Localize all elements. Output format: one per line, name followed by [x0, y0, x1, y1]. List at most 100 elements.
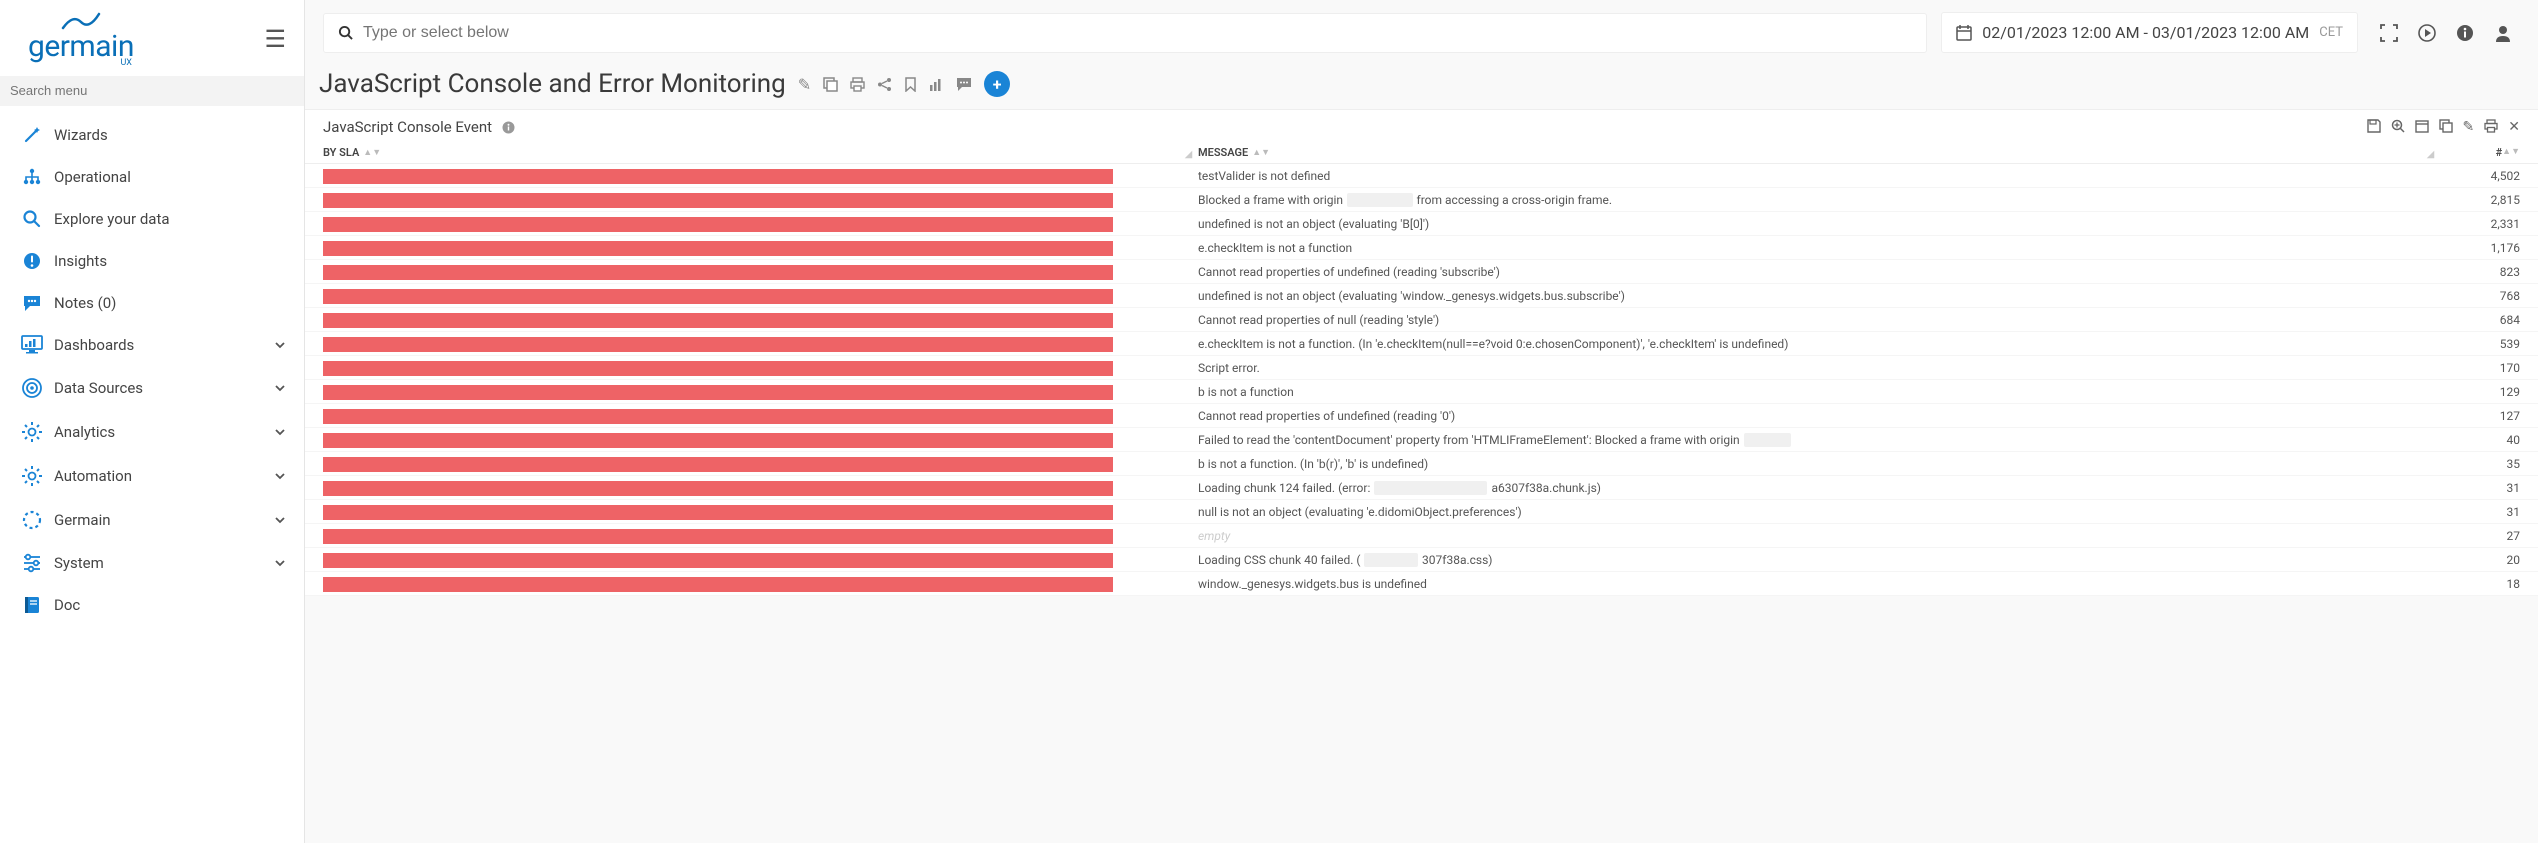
topbar: 02/01/2023 12:00 AM - 03/01/2023 12:00 A…	[305, 0, 2538, 63]
table-row[interactable]: Cannot read properties of null (reading …	[305, 308, 2538, 332]
panel-calendar-icon[interactable]	[2415, 119, 2429, 135]
table-row[interactable]: Cannot read properties of undefined (rea…	[305, 404, 2538, 428]
sla-cell	[323, 455, 1198, 472]
print-icon[interactable]	[850, 77, 865, 92]
message-cell: Cannot read properties of null (reading …	[1198, 313, 2440, 327]
panel-close-icon[interactable]: ✕	[2508, 119, 2520, 135]
count-cell: 31	[2440, 505, 2520, 519]
sidebar-item-dashboards[interactable]: Dashboards	[0, 324, 304, 366]
global-search[interactable]	[323, 13, 1927, 53]
sliders-icon	[18, 553, 46, 573]
table-row[interactable]: null is not an object (evaluating 'e.did…	[305, 500, 2538, 524]
sidebar-item-label: Dashboards	[54, 336, 134, 354]
count-cell: 539	[2440, 337, 2520, 351]
panel-copy-icon[interactable]	[2439, 119, 2453, 135]
sidebar-item-doc[interactable]: Doc	[0, 584, 304, 626]
col-sla-label[interactable]: BY SLA	[323, 146, 359, 159]
sidebar-item-insights[interactable]: Insights	[0, 240, 304, 282]
table-row[interactable]: empty27	[305, 524, 2538, 548]
sla-bar	[323, 433, 1113, 448]
count-cell: 20	[2440, 553, 2520, 567]
edit-icon[interactable]: ✎	[798, 75, 811, 94]
sidebar-search-input[interactable]	[10, 83, 294, 98]
message-cell: null is not an object (evaluating 'e.did…	[1198, 505, 2440, 519]
table-row[interactable]: Loading CSS chunk 40 failed. ( 307f38a.c…	[305, 548, 2538, 572]
table-row[interactable]: undefined is not an object (evaluating '…	[305, 212, 2538, 236]
panel-edit-icon[interactable]: ✎	[2463, 119, 2475, 135]
sidebar-item-system[interactable]: System	[0, 542, 304, 584]
bars-icon[interactable]	[929, 77, 944, 92]
main-content: 02/01/2023 12:00 AM - 03/01/2023 12:00 A…	[305, 0, 2538, 843]
panel-title: JavaScript Console Event	[323, 118, 492, 136]
sidebar-item-label: Insights	[54, 252, 107, 270]
zoom-icon[interactable]	[2391, 119, 2405, 135]
bookmark-icon[interactable]	[904, 77, 917, 92]
table-row[interactable]: window._genesys.widgets.bus is undefined…	[305, 572, 2538, 596]
count-cell: 1,176	[2440, 241, 2520, 255]
sort-icon[interactable]: ▲▼	[1252, 147, 1270, 158]
table-row[interactable]: Script error.170	[305, 356, 2538, 380]
table-row[interactable]: testValider is not defined4,502	[305, 164, 2538, 188]
global-search-input[interactable]	[363, 24, 1912, 42]
panel-print-icon[interactable]	[2484, 119, 2498, 135]
sidebar-item-germain[interactable]: Germain	[0, 498, 304, 542]
sidebar-toggle-icon[interactable]: ☰	[264, 25, 286, 53]
table-row[interactable]: b is not a function. (In 'b(r)', 'b' is …	[305, 452, 2538, 476]
count-cell: 35	[2440, 457, 2520, 471]
fullscreen-icon[interactable]	[2380, 24, 2398, 42]
count-cell: 127	[2440, 409, 2520, 423]
sla-cell	[323, 575, 1198, 592]
count-cell: 18	[2440, 577, 2520, 591]
redacted-text	[1744, 433, 1792, 447]
comment-icon[interactable]	[956, 77, 972, 92]
add-button[interactable]: +	[984, 71, 1010, 97]
sidebar-search[interactable]	[0, 76, 304, 106]
sort-icon[interactable]: ▲▼	[363, 147, 381, 158]
sidebar-item-label: System	[54, 554, 104, 572]
sidebar-item-operational[interactable]: Operational	[0, 156, 304, 198]
book-icon	[18, 595, 46, 615]
sla-bar	[323, 529, 1113, 544]
col-count-label[interactable]: #	[2496, 146, 2503, 159]
info-icon[interactable]	[2456, 24, 2474, 42]
monitor-icon	[18, 335, 46, 355]
sla-cell	[323, 311, 1198, 328]
table-row[interactable]: Cannot read properties of undefined (rea…	[305, 260, 2538, 284]
sidebar-item-data-sources[interactable]: Data Sources	[0, 366, 304, 410]
col-message-label[interactable]: MESSAGE	[1198, 146, 1248, 159]
table-row[interactable]: e.checkItem is not a function1,176	[305, 236, 2538, 260]
sort-icon[interactable]: ▲▼	[2502, 146, 2520, 159]
save-icon[interactable]	[2367, 119, 2381, 135]
date-range-picker[interactable]: 02/01/2023 12:00 AM - 03/01/2023 12:00 A…	[1941, 12, 2358, 53]
sla-bar	[323, 241, 1113, 256]
chevron-down-icon	[274, 382, 286, 394]
table-row[interactable]: undefined is not an object (evaluating '…	[305, 284, 2538, 308]
column-resize-handle[interactable]: ◢	[1185, 150, 1192, 160]
sla-bar	[323, 337, 1113, 352]
user-icon[interactable]	[2494, 24, 2512, 42]
sidebar-item-explore-your-data[interactable]: Explore your data	[0, 198, 304, 240]
dashed-circle-icon	[18, 509, 46, 531]
sla-bar	[323, 409, 1113, 424]
sidebar-item-analytics[interactable]: Analytics	[0, 410, 304, 454]
table-row[interactable]: e.checkItem is not a function. (In 'e.ch…	[305, 332, 2538, 356]
sidebar-item-wizards[interactable]: Wizards	[0, 114, 304, 156]
sidebar-item-notes-0-[interactable]: Notes (0)	[0, 282, 304, 324]
sla-bar	[323, 385, 1113, 400]
table-row[interactable]: Loading chunk 124 failed. (error: a6307f…	[305, 476, 2538, 500]
column-resize-handle[interactable]: ◢	[2427, 150, 2434, 160]
chevron-down-icon	[274, 557, 286, 569]
panel-info-icon[interactable]	[502, 121, 515, 134]
sla-bar	[323, 361, 1113, 376]
sidebar-item-automation[interactable]: Automation	[0, 454, 304, 498]
copy-icon[interactable]	[823, 77, 838, 92]
sla-bar	[323, 313, 1113, 328]
play-icon[interactable]	[2418, 24, 2436, 42]
table-row[interactable]: Failed to read the 'contentDocument' pro…	[305, 428, 2538, 452]
sla-cell	[323, 287, 1198, 304]
sidebar-item-label: Wizards	[54, 126, 108, 144]
share-icon[interactable]	[877, 77, 892, 92]
table-row[interactable]: Blocked a frame with origin from accessi…	[305, 188, 2538, 212]
count-cell: 27	[2440, 529, 2520, 543]
table-row[interactable]: b is not a function129	[305, 380, 2538, 404]
